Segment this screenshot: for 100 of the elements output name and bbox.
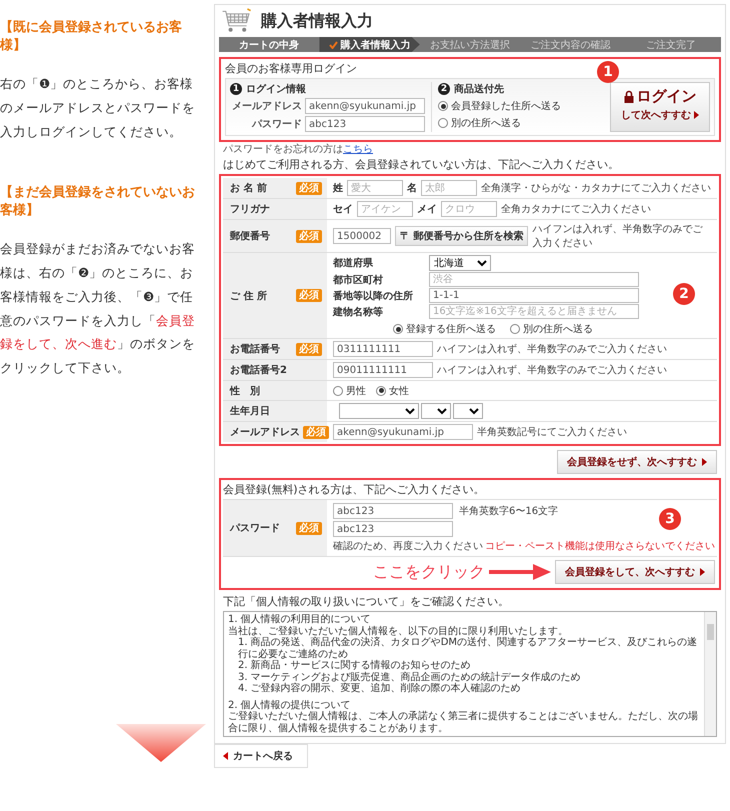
forgot-password-link[interactable]: こちら	[343, 144, 373, 155]
login-button[interactable]: ログイン して次へすすむ	[610, 82, 710, 132]
policy-line: 1. 個人情報の利用目的について	[228, 614, 372, 626]
callout-text: ここをクリック	[373, 562, 485, 582]
radio-option[interactable]: 登録する住所へ送る	[393, 322, 496, 336]
triangle-icon	[694, 111, 699, 119]
radio-option[interactable]: 男性	[333, 384, 366, 398]
step-label: 購入者情報入力	[319, 37, 420, 52]
password-field[interactable]: abc123	[333, 503, 453, 519]
field-label: 郵便番号	[230, 230, 270, 243]
step-label: ご注文完了	[644, 38, 697, 52]
section-title: 会員登録(無料)される方は、下記へご入力ください。	[223, 482, 485, 497]
policy-line: 3. マーケティングおよび販売促進、商品企画のための統計データ作成のため	[237, 672, 582, 682]
field-label: ご 住 所	[230, 290, 267, 302]
page-title: 購入者情報入力	[261, 10, 373, 32]
required-badge: 必須	[296, 230, 322, 242]
radio-icon[interactable]	[438, 101, 448, 111]
field-label: メールアドレス	[230, 426, 300, 439]
section-title: 会員のお客様専用ログイン	[225, 61, 357, 76]
lock-icon	[624, 90, 634, 103]
radio-icon[interactable]	[333, 386, 343, 396]
number-icon: 2	[438, 83, 450, 95]
day-dropdown[interactable]	[453, 403, 483, 419]
field-label: 番地等以降の住所	[333, 290, 414, 302]
text-field[interactable]: 09011111111	[333, 362, 433, 378]
search-address-button[interactable]: 〒 郵便番号から住所を検索	[395, 226, 528, 246]
field-label: セイ	[333, 203, 353, 216]
radio-option[interactable]: 会員登録した住所へ送る	[438, 99, 604, 113]
text-field[interactable]: abc123	[305, 116, 425, 132]
field-label: 名	[407, 182, 417, 195]
hint-text: 全角漢字・ひらがな・カタカナにてご入力ください	[481, 182, 711, 195]
radio-option[interactable]: 別の住所へ送る	[510, 322, 593, 336]
text-field[interactable]: アイケン	[357, 201, 413, 217]
warning-text: コピー・ペースト機能は使用なさらないでください	[485, 540, 715, 553]
hint-text: 確認のため、再度ご入力ください	[333, 540, 483, 553]
field-label: 建物名称等	[333, 306, 384, 318]
forgot-password-text: パスワードをお忘れの方はこちら	[223, 143, 374, 156]
radio-option[interactable]: 女性	[376, 384, 409, 398]
policy-line: 4. ご登録内容の開示、変更、追加、削除の際の本人確認のため	[237, 683, 522, 694]
text-field[interactable]: 渋谷	[429, 272, 639, 287]
radio-icon[interactable]	[376, 386, 386, 396]
arrow-icon	[489, 563, 551, 581]
text-field[interactable]: 太郎	[421, 180, 477, 196]
check-icon	[328, 40, 338, 48]
intro-text: はじめてご利用される方、会員登録されていない方は、下記へご入力ください。	[223, 157, 620, 172]
required-badge: 必須	[296, 289, 322, 302]
register-button[interactable]: 会員登録をして、次へすすむ	[555, 560, 715, 584]
triangle-icon	[223, 752, 228, 760]
field-label: お 名 前	[230, 182, 267, 195]
text-field[interactable]: 16文字迄※16文字を超えると届きません	[429, 304, 639, 319]
policy-line: 1. 商品の発送、商品代金の決済、カタログやDMの送付、関連するアフターサービス、及びこれらの遂行に必要なご連絡のため	[237, 637, 698, 660]
group-heading: 商品送付先	[454, 82, 504, 96]
scrollbar[interactable]	[704, 612, 716, 736]
required-badge: 必須	[303, 426, 329, 438]
text-field[interactable]: 1500002	[333, 228, 391, 244]
cart-icon	[221, 8, 253, 34]
radio-icon[interactable]	[510, 324, 520, 334]
text-field[interactable]: 0311111111	[333, 341, 433, 357]
required-badge: 必須	[296, 342, 322, 356]
instruction-text: 右の「❶」のところから、お客様のメールアドレスとパスワードを入力しログインしてください。	[0, 75, 196, 140]
section-heading: 【既に会員登録されているお客様】	[0, 18, 183, 54]
text-field[interactable]: akenn@syukunami.jp	[333, 424, 473, 440]
field-label: お電話番号2	[230, 364, 287, 377]
text-field[interactable]: クロウ	[441, 201, 497, 217]
section-title: 下記「個人情報の取り扱いについて」をご確認ください。	[223, 594, 510, 609]
required-badge: 必須	[296, 182, 322, 194]
field-label: 生年月日	[230, 404, 270, 418]
number-badge: 1	[597, 61, 619, 83]
month-dropdown[interactable]	[421, 403, 451, 419]
number-badge: 2	[673, 283, 695, 305]
confirm-password-field[interactable]: abc123	[333, 521, 453, 537]
field-label: 都市区町村	[333, 273, 384, 286]
radio-option[interactable]: 別の住所へ送る	[438, 116, 604, 130]
prefecture-dropdown[interactable]: 北海道	[429, 255, 491, 271]
hint-text: ハイフンは入れず、半角数字のみでご入力ください	[437, 364, 668, 377]
instruction-text: 会員登録がまだお済みでないお客様は、右の「❷」のところに、お客様情報をご入力後、「❸」で任意のパスワードを入力し「会員登録をして、次へ進む」のボタンをクリックして下さい。	[0, 240, 196, 377]
text-field[interactable]: akenn@syukunami.jp	[305, 98, 425, 114]
text-field[interactable]: 1-1-1	[429, 288, 639, 303]
number-icon: 1	[230, 83, 242, 95]
hint-text: 全角カタカナにてご入力ください	[501, 202, 652, 216]
radio-icon[interactable]	[393, 324, 403, 334]
field-label: 性 別	[230, 384, 260, 398]
hint-text: 半角英数字6〜16文字	[459, 504, 558, 518]
back-to-cart-button[interactable]: カートへ戻る	[214, 744, 308, 768]
number-badge: 3	[659, 508, 681, 530]
step-label: カートの中身	[238, 38, 300, 52]
field-label: 姓	[333, 182, 343, 195]
section-heading: 【まだ会員登録をされていないお客様】	[0, 184, 196, 220]
skip-registration-button[interactable]: 会員登録をせず、次へすすむ	[557, 450, 717, 474]
field-label: パスワード	[250, 118, 302, 131]
text-field[interactable]: 愛大	[347, 180, 403, 196]
policy-line: ご登録いただいた個人情報は、ご本人の承諾なく第三者に提供することはございません。ただし、次の場合に限り、個人情報を提供することがあります。	[228, 711, 699, 734]
down-arrow-icon	[116, 724, 206, 762]
step-label: お支払い方法選択	[429, 38, 512, 52]
field-label: 都道府県	[333, 256, 374, 270]
hint-text: 半角英数記号にてご入力ください	[477, 426, 628, 439]
radio-icon[interactable]	[438, 118, 448, 128]
step-label: ご注文内容の確認	[529, 38, 612, 52]
hint-text: ハイフンは入れず、半角数字のみでご入力ください	[437, 342, 668, 356]
triangle-icon	[702, 458, 707, 466]
